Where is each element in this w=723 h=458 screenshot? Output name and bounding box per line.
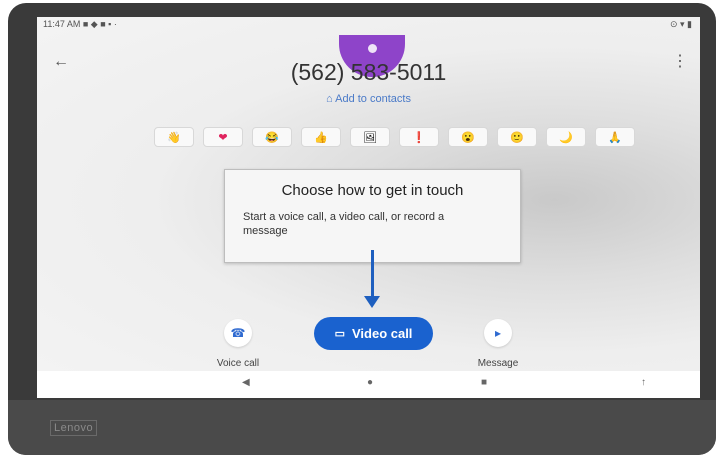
onboarding-tooltip: Choose how to get in touch Start a voice… (224, 169, 521, 263)
status-bar: 11:47 AM ■ ◆ ■ ▪ · ⊙ ▾ ▮ (37, 17, 700, 31)
reaction-row: 👋 ❤ 😂 👍 🖼 ❗ 😮 🙂 🌙 🙏 (154, 127, 635, 147)
nav-extra-icon[interactable]: ↑ (641, 377, 646, 388)
voice-call-label: Voice call (216, 358, 260, 369)
reaction-chip[interactable]: 👋 (154, 127, 194, 147)
status-icons: ⊙ ▾ ▮ (669, 19, 692, 29)
reaction-chip[interactable]: 🌙 (546, 127, 586, 147)
screen: 11:47 AM ■ ◆ ■ ▪ · ⊙ ▾ ▮ ← ⋮ (562) 583-5… (37, 17, 700, 398)
pointer-arrowhead (364, 296, 380, 308)
tooltip-body: Start a voice call, a video call, or rec… (243, 211, 445, 237)
reaction-chip[interactable]: 🙂 (497, 127, 537, 147)
pointer-arrow-icon (371, 250, 374, 300)
tooltip-title: Choose how to get in touch (281, 182, 464, 199)
reaction-chip[interactable]: ❤ (203, 127, 243, 147)
video-call-label: Video call (351, 326, 413, 341)
reaction-chip[interactable]: 😮 (448, 127, 488, 147)
reaction-chip[interactable]: ❗ (399, 127, 439, 147)
tablet-base (8, 400, 716, 455)
reaction-chip[interactable]: 🙏 (595, 127, 635, 147)
phone-icon: ☎ (230, 326, 246, 340)
add-to-contacts-link[interactable]: ⌂ Add to contacts (37, 93, 700, 105)
status-time: 11:47 AM ■ ◆ ■ ▪ · (43, 19, 117, 29)
brand-logo: Lenovo (50, 420, 98, 436)
video-call-button[interactable]: ▭ Video call (314, 317, 433, 350)
reaction-chip[interactable]: 😂 (252, 127, 292, 147)
reaction-chip[interactable]: 👍 (301, 127, 341, 147)
reaction-chip[interactable]: 🖼 (350, 127, 390, 147)
message-label: Message (477, 358, 519, 369)
video-camera-icon: ▭ (334, 328, 345, 340)
voice-call-button[interactable]: ☎ (224, 319, 252, 347)
phone-number: (562) 583-5011 (290, 59, 447, 85)
navigation-bar: ◀ ● ■ ↑ (37, 371, 700, 398)
message-icon: ▸ (494, 326, 502, 340)
nav-home-icon[interactable]: ● (367, 377, 373, 388)
person-add-icon: ⌂ (326, 93, 336, 105)
nav-recents-icon[interactable]: ■ (481, 377, 487, 388)
nav-back-icon[interactable]: ◀ (242, 377, 250, 388)
message-button[interactable]: ▸ (484, 319, 512, 347)
